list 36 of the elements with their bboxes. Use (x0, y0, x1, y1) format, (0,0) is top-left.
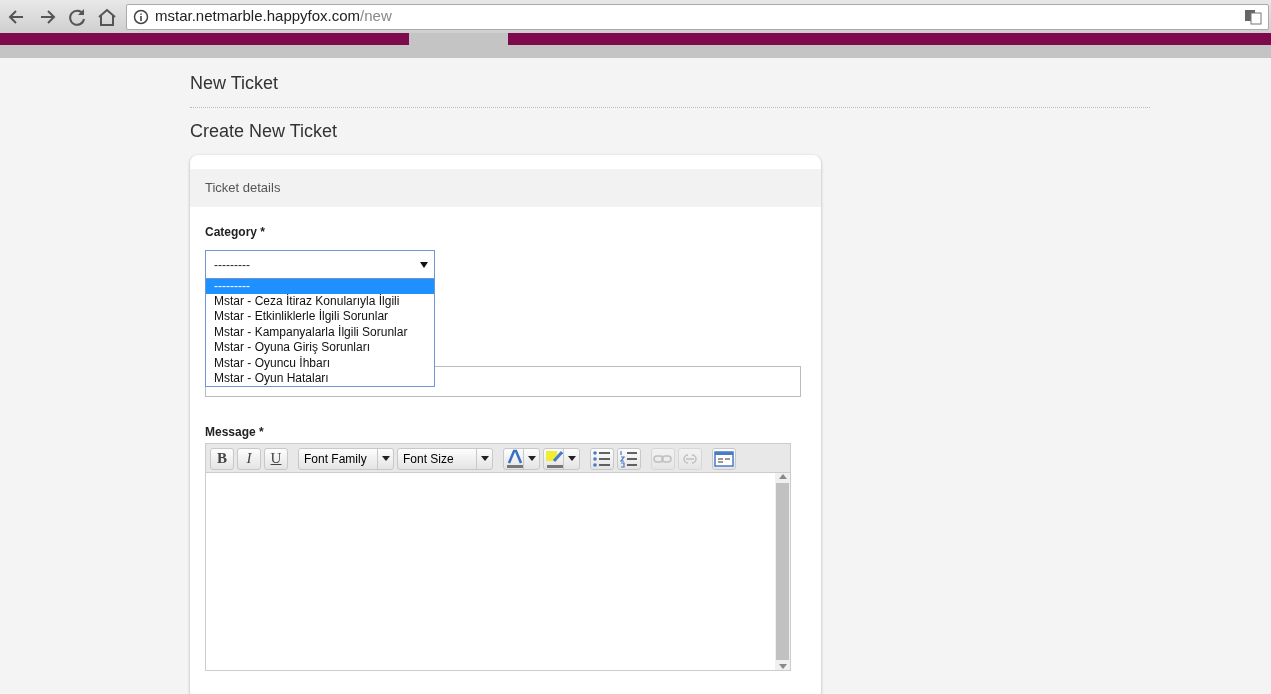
info-icon (133, 8, 149, 25)
highlighter-icon (544, 449, 563, 468)
bullet-list-icon (592, 448, 612, 469)
format-button[interactable]: I (237, 447, 261, 470)
page-title: New Ticket (190, 58, 1150, 108)
dropdown-option[interactable]: Mstar - Ceza İtiraz Konularıyla İlgili (206, 293, 434, 310)
toolbar-dropdown[interactable]: Font Size (397, 447, 493, 470)
color-button[interactable] (543, 447, 580, 470)
toolbar-button[interactable] (617, 447, 641, 470)
color-button[interactable] (503, 447, 540, 470)
dropdown-option[interactable]: Mstar - Kampanyalarla İlgili Sorunlar (206, 324, 434, 341)
caret-icon (381, 456, 390, 461)
card-header: Ticket details (190, 169, 821, 207)
format-button[interactable]: B (210, 447, 234, 470)
layout-icon (714, 448, 734, 469)
url-text: mstar.netmarble.happyfox.com/new (155, 6, 392, 27)
section-title: Create New Ticket (190, 120, 339, 143)
caret-icon (527, 456, 536, 461)
scrollbar-thumb[interactable] (776, 482, 789, 660)
toolbar-button[interactable] (590, 447, 614, 470)
text-color-icon (504, 449, 523, 468)
caret-icon (480, 456, 489, 461)
dropdown-option[interactable]: Mstar - Etkinliklerle İlgili Sorunlar (206, 309, 434, 325)
toolbar-button[interactable] (712, 447, 736, 470)
address-bar[interactable]: mstar.netmarble.happyfox.com/new (126, 3, 1269, 30)
caret-icon (567, 456, 576, 461)
field-label: Message * (205, 423, 265, 441)
toolbar-dropdown[interactable]: Font Family (298, 447, 394, 470)
dropdown-option[interactable]: Mstar - Oyuncu İhbarı (206, 355, 434, 371)
caret-icon (420, 261, 428, 268)
dropdown-option[interactable]: Mstar - Oyun Hataları (206, 370, 434, 387)
dropdown-option[interactable]: Mstar - Oyuna Giriş Sorunları (206, 340, 434, 356)
format-button[interactable]: U (264, 447, 288, 470)
numbered-list-icon (619, 448, 639, 469)
category-select[interactable]: --------- (205, 249, 435, 280)
field-label: Category * (205, 223, 267, 241)
